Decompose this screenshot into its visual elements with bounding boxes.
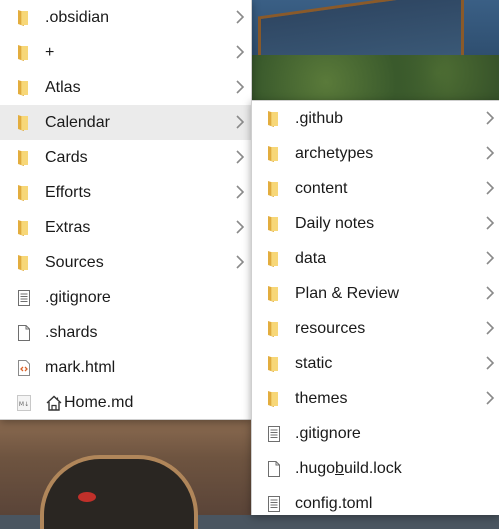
menu-item-label: Sources [45,253,104,271]
chevron-right-icon [235,149,245,165]
submenu-item-static[interactable]: static [252,346,499,381]
menu-item-label: content [295,179,348,197]
menu-item-home-md[interactable]: Home.md [0,385,251,420]
chevron-right-icon [235,114,245,130]
wallpaper-foliage [252,55,499,100]
folder-icon [266,320,282,338]
html-file-icon [16,359,32,377]
wallpaper-red-light [78,492,96,502]
access-key-letter: b [335,459,344,477]
menu-item-label: .gitignore [45,288,111,306]
submenu-item-content[interactable]: content [252,171,499,206]
folder-icon [266,250,282,268]
menu-item-label: config.toml [295,494,373,512]
menu-item-label: resources [295,319,366,337]
menu-item-cards[interactable]: Cards [0,140,251,175]
text-file-icon [16,289,32,307]
submenu-item-config-toml[interactable]: config.toml [252,486,499,521]
folder-icon [266,285,282,303]
menu-item-sources[interactable]: Sources [0,245,251,280]
chevron-right-icon [485,250,495,266]
chevron-right-icon [235,184,245,200]
menu-item-label: .obsidian [45,8,110,26]
blank-file-icon [266,460,282,478]
chevron-right-icon [485,145,495,161]
submenu-item-gitignore[interactable]: .gitignore [252,416,499,451]
menu-item-label: Home.md [64,393,134,411]
menu-item-label: mark.html [45,358,116,376]
chevron-right-icon [485,285,495,301]
menu-item-label: themes [295,389,348,407]
chevron-right-icon [235,219,245,235]
submenu-item-hugo-build-lock[interactable]: .hugobuild.lock [252,451,499,486]
menu-item-extras[interactable]: Extras [0,210,251,245]
menu-item-label: archetypes [295,144,374,162]
folder-icon [16,254,32,272]
menu-item-label: Calendar [45,113,110,131]
text-file-icon [266,425,282,443]
menu-item-label: .shards [45,323,98,341]
folder-icon [266,215,282,233]
submenu-item-data[interactable]: data [252,241,499,276]
submenu-item-archetypes[interactable]: archetypes [252,136,499,171]
menu-item-label: .hugobuild.lock [295,460,402,478]
chevron-right-icon [235,9,245,25]
folder-icon [266,145,282,163]
chevron-right-icon [235,254,245,270]
menu-item-label-wrapper: Home.md [45,394,133,412]
menu-item-label: Cards [45,148,88,166]
home-icon [45,394,63,412]
folder-icon [16,9,32,27]
chevron-right-icon [485,390,495,406]
blank-file-icon [16,324,32,342]
menu-item-label: + [45,43,55,61]
chevron-right-icon [485,110,495,126]
folder-icon [16,149,32,167]
menu-item-label: Plan & Review [295,284,400,302]
chevron-right-icon [485,320,495,336]
menu-item-label: Daily notes [295,214,375,232]
folder-icon [266,180,282,198]
folder-icon [16,219,32,237]
menu-item-obsidian[interactable]: .obsidian [0,0,251,35]
main-context-menu: .obsidian + Atlas Calendar Cards Efforts… [0,0,252,420]
menu-item-shards[interactable]: .shards [0,315,251,350]
menu-item-calendar[interactable]: Calendar [0,105,251,140]
chevron-right-icon [485,180,495,196]
submenu-item-themes[interactable]: themes [252,381,499,416]
markdown-file-icon [16,394,32,412]
submenu-item-resources[interactable]: resources [252,311,499,346]
submenu-item-plan-review[interactable]: Plan & Review [252,276,499,311]
folder-icon [266,390,282,408]
menu-item-label: static [295,354,333,372]
menu-item-gitignore[interactable]: .gitignore [0,280,251,315]
folder-icon [16,114,32,132]
folder-icon [266,110,282,128]
menu-item-label: data [295,249,327,267]
menu-item-label: Atlas [45,78,81,96]
menu-item-label: .gitignore [295,424,361,442]
submenu-item-daily-notes[interactable]: Daily notes [252,206,499,241]
submenu-item-github[interactable]: .github [252,101,499,136]
label-part: uild.lock [343,459,402,477]
chevron-right-icon [485,355,495,371]
chevron-right-icon [485,215,495,231]
menu-item-atlas[interactable]: Atlas [0,70,251,105]
menu-item-label: Extras [45,218,91,236]
calendar-submenu: .github archetypes content Daily notes d… [251,100,499,515]
text-file-icon [266,495,282,513]
chevron-right-icon [235,79,245,95]
menu-item-label: Efforts [45,183,91,201]
menu-item-efforts[interactable]: Efforts [0,175,251,210]
chevron-right-icon [235,44,245,60]
folder-icon [16,184,32,202]
menu-item-label: .github [295,109,344,127]
menu-item-mark-html[interactable]: mark.html [0,350,251,385]
menu-item-plus[interactable]: + [0,35,251,70]
label-part: .hugo [295,459,336,477]
folder-icon [16,79,32,97]
folder-icon [16,44,32,62]
folder-icon [266,355,282,373]
